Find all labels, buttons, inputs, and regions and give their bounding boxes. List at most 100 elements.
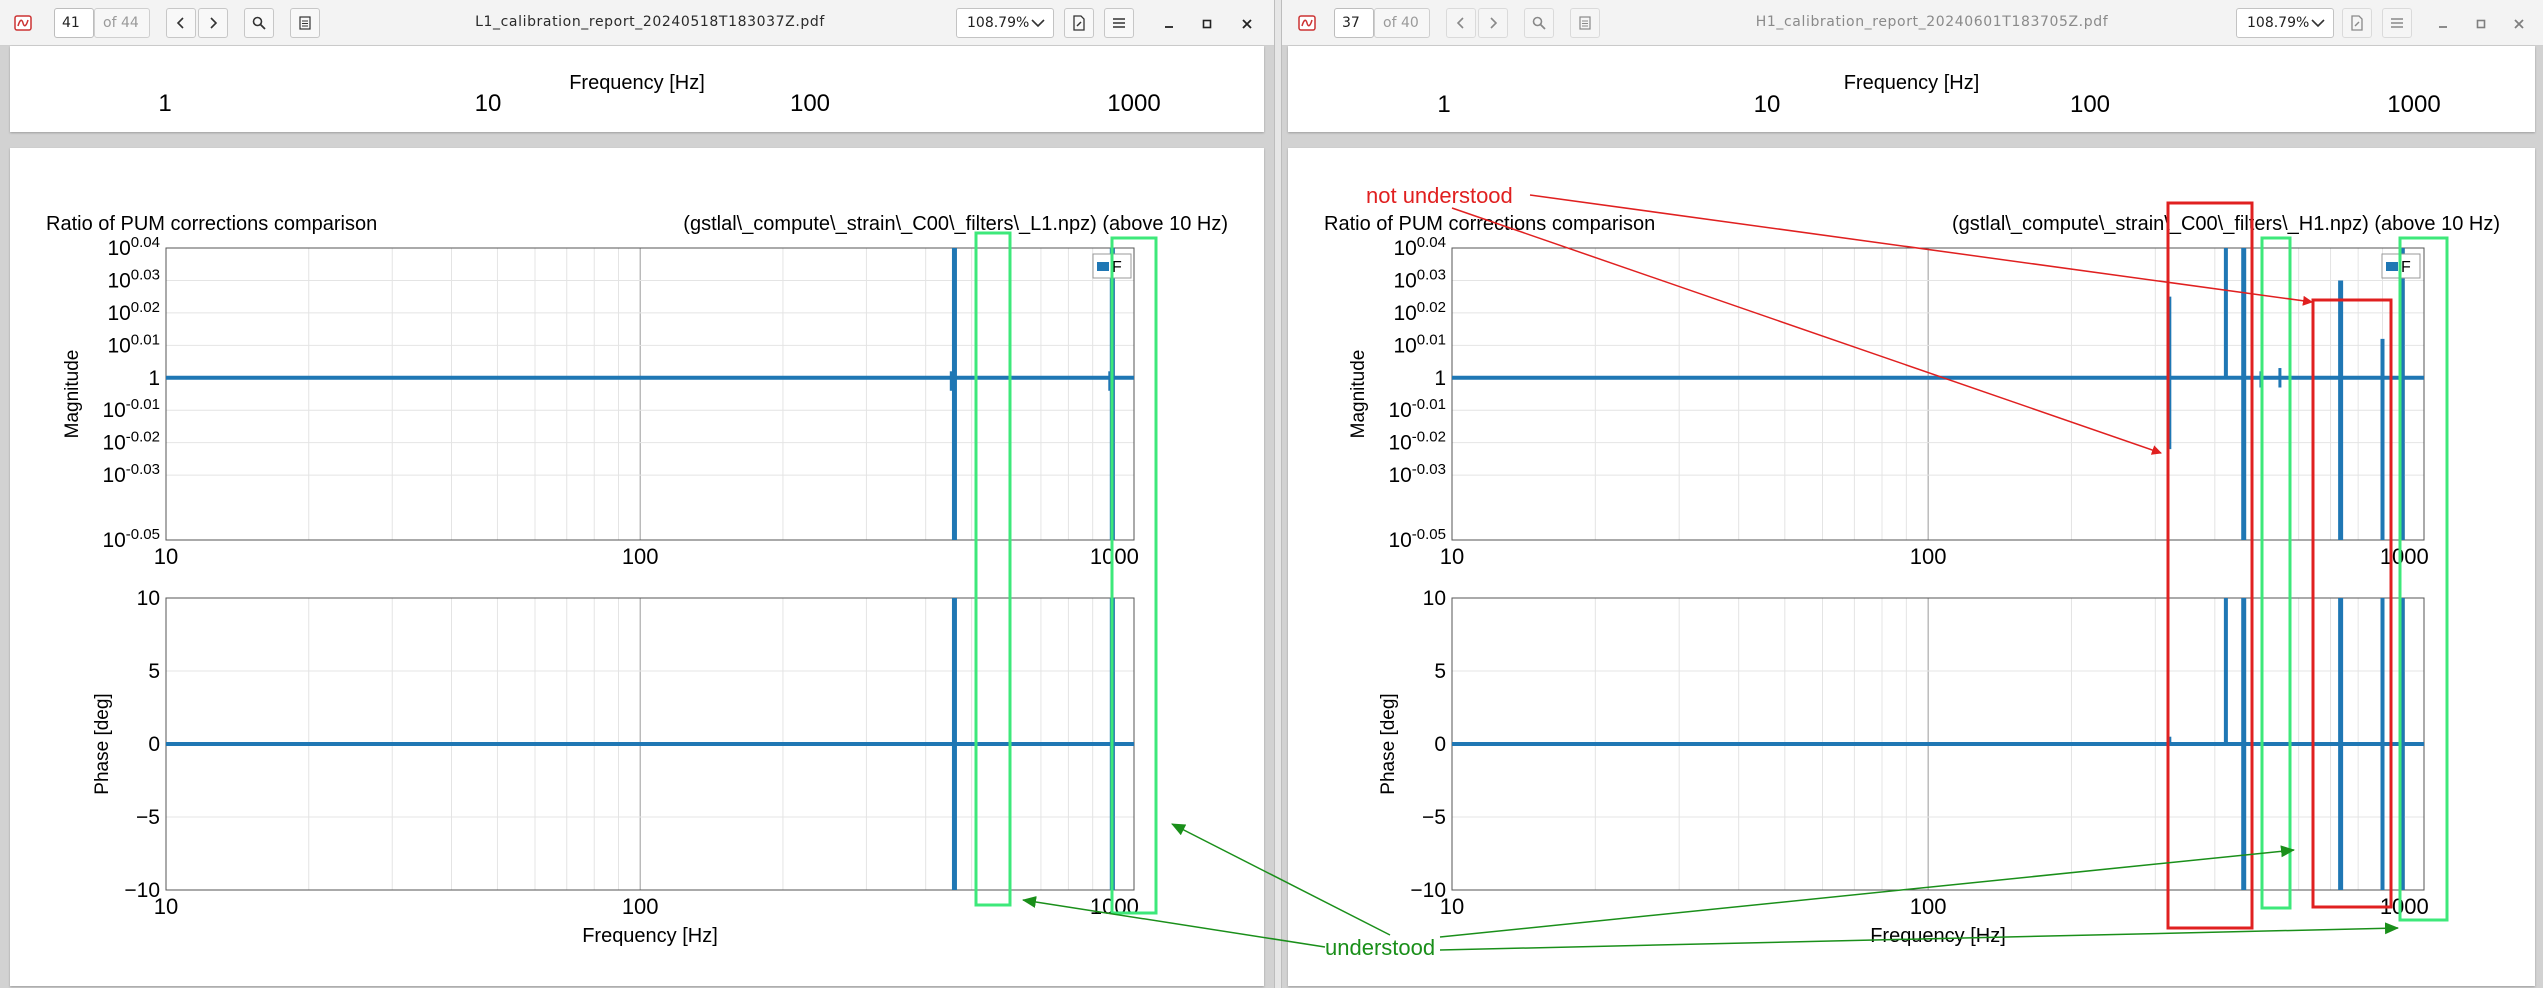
close-button[interactable] [2508,13,2530,35]
previous-page-button[interactable] [1446,8,1476,38]
chevron-down-icon [1031,19,1045,28]
menu-button[interactable] [2382,8,2412,38]
x-tick-label: 100 [622,894,659,919]
current-page: Ratio of PUM corrections comparison (gst… [10,148,1264,986]
y-tick-label: 10-0.03 [102,461,160,487]
next-page-button[interactable] [198,8,228,38]
y-tick-label: 10-0.01 [102,396,160,422]
page-total-label: of 44 [94,8,150,38]
pum-ratio-figure: Ratio of PUM corrections comparison (gst… [1324,213,2500,947]
search-button[interactable] [244,8,274,38]
current-page: Ratio of PUM corrections comparison (gst… [1288,148,2535,986]
close-icon [1242,19,1252,29]
document-title: L1_calibration_report_20240518T183037Z.p… [475,14,825,30]
hamburger-menu-icon [1113,18,1125,28]
page-number-input[interactable]: 41 [54,8,94,38]
x-tick-label: 10 [1754,91,1781,118]
zoom-value: 108.79% [2247,15,2310,31]
maximize-icon [2476,19,2486,29]
x-tick-label: 1000 [2380,544,2429,569]
x-tick-label: 1 [1437,91,1450,118]
minimize-icon [2439,26,2447,28]
x-tick-label: 100 [622,544,659,569]
y-tick-label: 5 [148,660,160,683]
y-tick-label: 10-0.05 [102,526,160,552]
x-tick-label: 1000 [2380,894,2429,919]
x-tick-label: 10 [1440,544,1464,569]
page-total-label: of 40 [1374,8,1430,38]
x-axis-label: Frequency [Hz] [1843,72,1980,94]
x-tick-label: 1000 [1090,544,1139,569]
zoom-select[interactable]: 108.79% [2236,8,2334,38]
right-pdf-viewer: 37 of 40 H1_calibration_report_20240601T… [1282,0,2543,988]
split-divider[interactable] [1274,0,1282,988]
y-tick-label: 10 [1423,587,1446,610]
y-tick-label: 100.01 [1393,331,1446,357]
figure-title-left: Ratio of PUM corrections comparison [1324,213,1655,235]
document-title: H1_calibration_report_20240601T183705Z.p… [1755,14,2109,30]
next-page-button[interactable] [1478,8,1508,38]
y-tick-label: 10-0.01 [1388,396,1446,422]
previous-page: 1 10 100 1000 Frequency [Hz] [1288,46,2535,132]
minimize-button[interactable] [1158,13,1180,35]
y-tick-label: 100.01 [107,331,160,357]
y-tick-label: 1 [1434,367,1446,390]
y-tick-label: 100.04 [1393,234,1446,260]
previous-page-button[interactable] [166,8,196,38]
maximize-button[interactable] [2470,13,2492,35]
sidebar-toggle-button[interactable] [290,8,320,38]
y-axis-label: Phase [deg] [1378,693,1399,794]
annotate-button[interactable] [1064,8,1094,38]
y-axis-label: Phase [deg] [92,693,113,794]
x-tick-label: 1000 [2387,91,2440,118]
y-tick-label: −5 [1422,806,1446,829]
figure-title-right: (gstlal\_compute\_strain\_C00\_filters\_… [1952,213,2500,235]
y-tick-label: −5 [136,806,160,829]
chevron-right-icon [210,17,218,29]
x-tick-label: 10 [154,544,178,569]
x-tick-label: 1000 [1090,894,1139,919]
y-axis-label: Magnitude [62,350,83,439]
search-icon [1532,16,1546,30]
zoom-value: 108.79% [967,15,1030,31]
maximize-button[interactable] [1196,13,1218,35]
y-tick-label: −10 [124,879,160,902]
close-button[interactable] [1236,13,1258,35]
pum-ratio-figure: Ratio of PUM corrections comparison (gst… [46,213,1228,947]
page-edit-icon [1073,15,1085,31]
pdf-app-icon [1298,15,1316,31]
previous-page: 1 10 100 1000 Frequency [Hz] [10,46,1264,132]
viewer-toolbar: 41 of 44 L1_calibration_report_20240518T… [0,0,1274,46]
y-tick-label: 10-0.03 [1388,461,1446,487]
y-tick-label: −10 [1410,879,1446,902]
viewer-toolbar: 37 of 40 H1_calibration_report_20240601T… [1282,0,2543,46]
x-axis-label: Frequency [Hz] [582,925,718,947]
minimize-button[interactable] [2432,13,2454,35]
close-icon [2514,19,2524,29]
y-tick-label: 0 [1434,733,1446,756]
chevron-down-icon [2311,19,2325,28]
search-button[interactable] [1524,8,1554,38]
y-tick-label: 100.02 [1393,299,1446,325]
sidebar-toggle-button[interactable] [1570,8,1600,38]
x-tick-label: 100 [1910,544,1947,569]
y-tick-label: 10 [137,587,160,610]
maximize-icon [1202,19,1212,29]
page-number-input[interactable]: 37 [1334,8,1374,38]
y-tick-label: 100.04 [107,234,160,260]
y-tick-label: 1 [148,367,160,390]
x-axis-label: Frequency [Hz] [1870,925,2006,947]
legend-swatch [2386,262,2398,271]
legend-label: F [2401,259,2411,276]
left-pdf-viewer: 41 of 44 L1_calibration_report_20240518T… [0,0,1274,988]
pdf-app-icon [14,15,32,31]
menu-button[interactable] [1104,8,1134,38]
y-tick-label: 10-0.05 [1388,526,1446,552]
zoom-select[interactable]: 108.79% [956,8,1054,38]
y-tick-label: 10-0.02 [102,429,160,455]
y-axis-label: Magnitude [1348,350,1369,439]
legend-label: F [1112,259,1122,276]
chevron-right-icon [1490,17,1498,29]
legend-swatch [1097,262,1109,271]
annotate-button[interactable] [2342,8,2372,38]
